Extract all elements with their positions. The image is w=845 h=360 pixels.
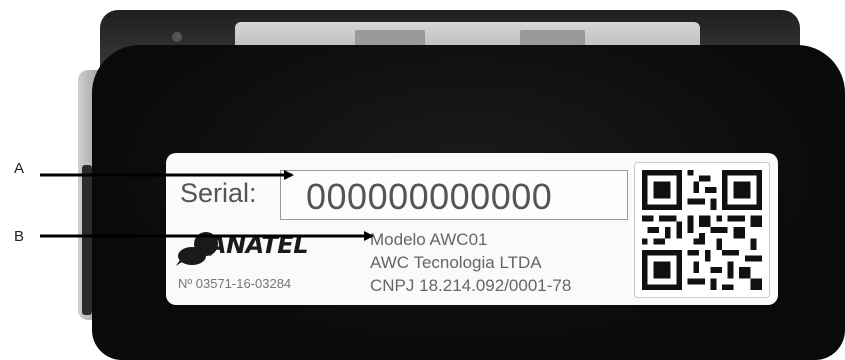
callout-a: A bbox=[14, 160, 25, 177]
callout-arrows bbox=[40, 170, 374, 241]
callout-b: B bbox=[14, 228, 25, 245]
